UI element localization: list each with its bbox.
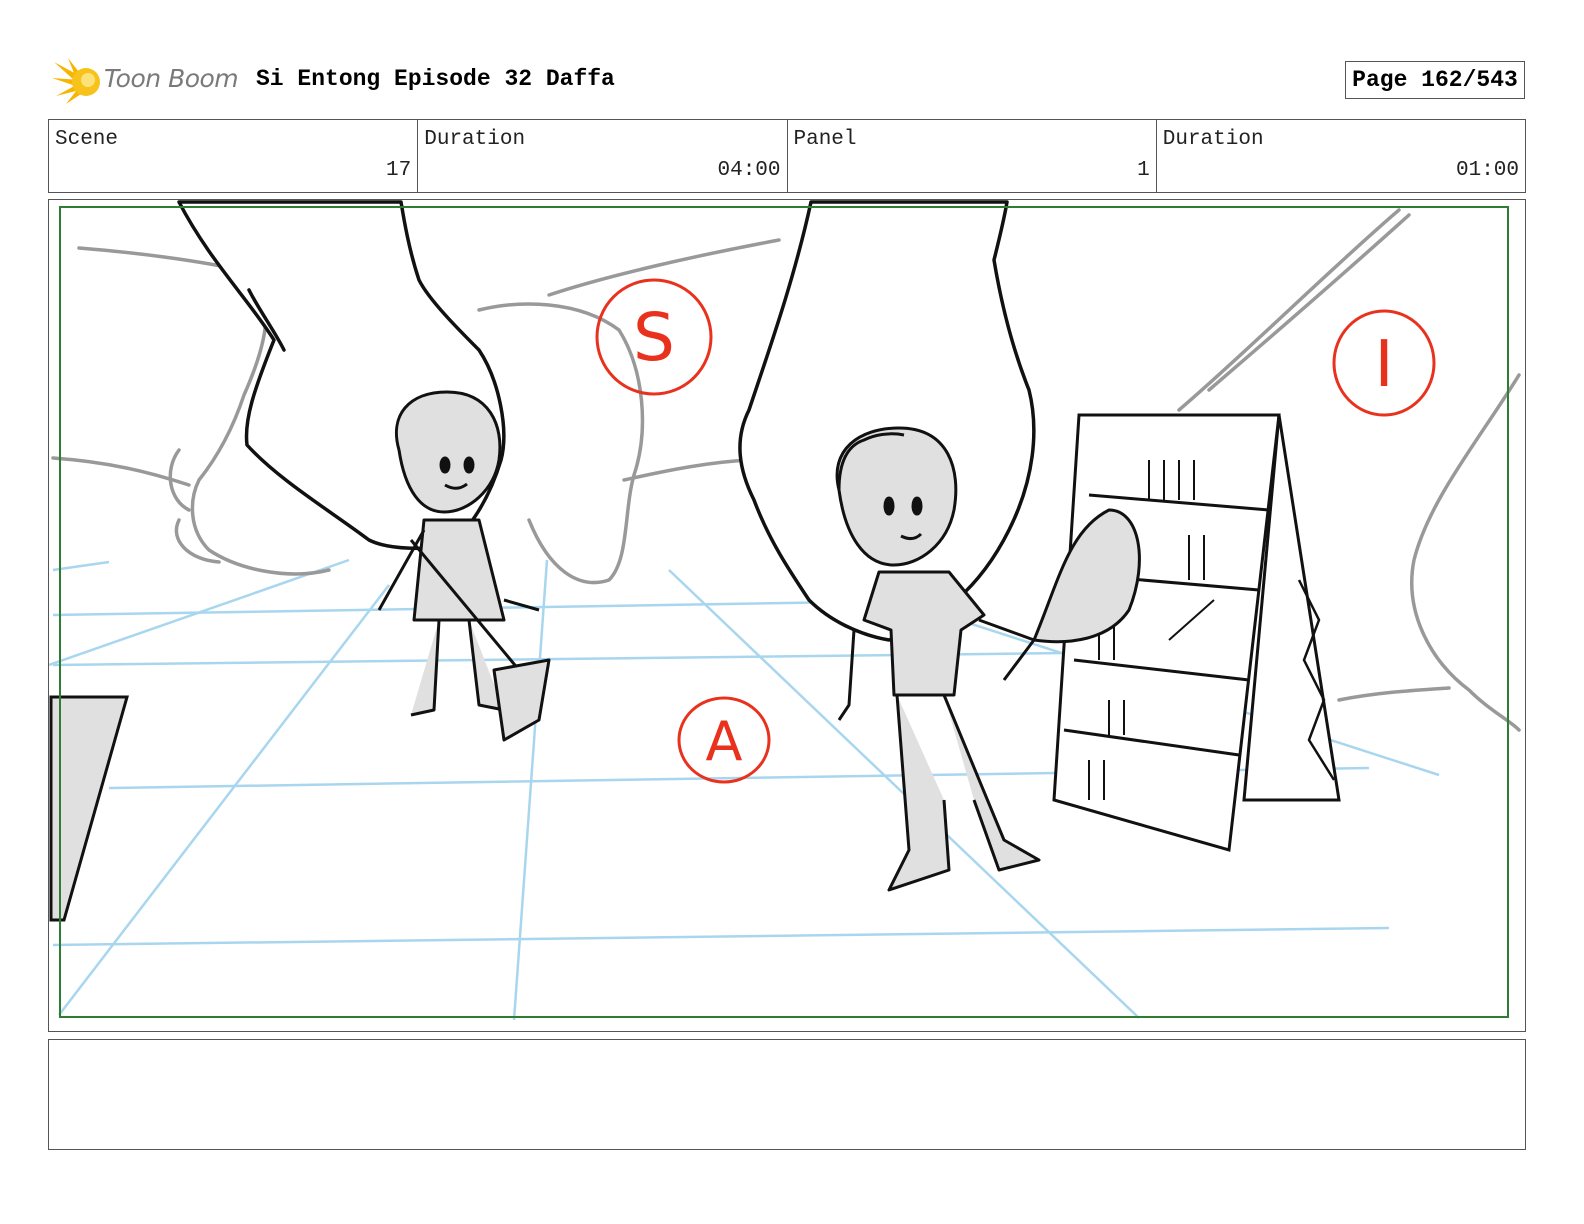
toon-boom-starburst-icon [52,58,100,104]
panel-cell: Panel 1 [788,120,1157,192]
storyboard-sketch: S I A [49,200,1521,1021]
storyboard-panel: S I A [48,199,1526,1032]
foreground-grey-box [49,695,129,922]
panel-duration-value: 01:00 [1455,159,1519,182]
logo-text: Toon Boom [104,64,239,93]
scene-duration-label: Duration [424,128,526,151]
toon-boom-logo: Toon Boom [52,56,242,106]
scene-label: Scene [55,128,119,151]
scene-duration-cell: Duration 04:00 [418,120,788,192]
annotation-letter-i: I [1375,328,1394,402]
scene-value: 17 [386,159,412,182]
panel-duration-cell: Duration 01:00 [1157,120,1525,192]
panel-info-row: Scene 17 Duration 04:00 Panel 1 Duration… [48,119,1526,193]
annotation-letter-s: S [633,299,675,376]
panel-value: 1 [1137,159,1150,182]
character-girl-with-broom [377,390,551,742]
scene-cell: Scene 17 [49,120,419,192]
scene-duration-value: 04:00 [717,159,781,182]
panel-label: Panel [793,128,857,151]
panel-duration-label: Duration [1162,128,1264,151]
page-indicator: Page 162/543 [1345,61,1525,99]
annotation-letter-a: A [706,710,743,773]
document-title: Si Entong Episode 32 Daffa [256,66,615,92]
panel-notes[interactable] [48,1039,1526,1150]
